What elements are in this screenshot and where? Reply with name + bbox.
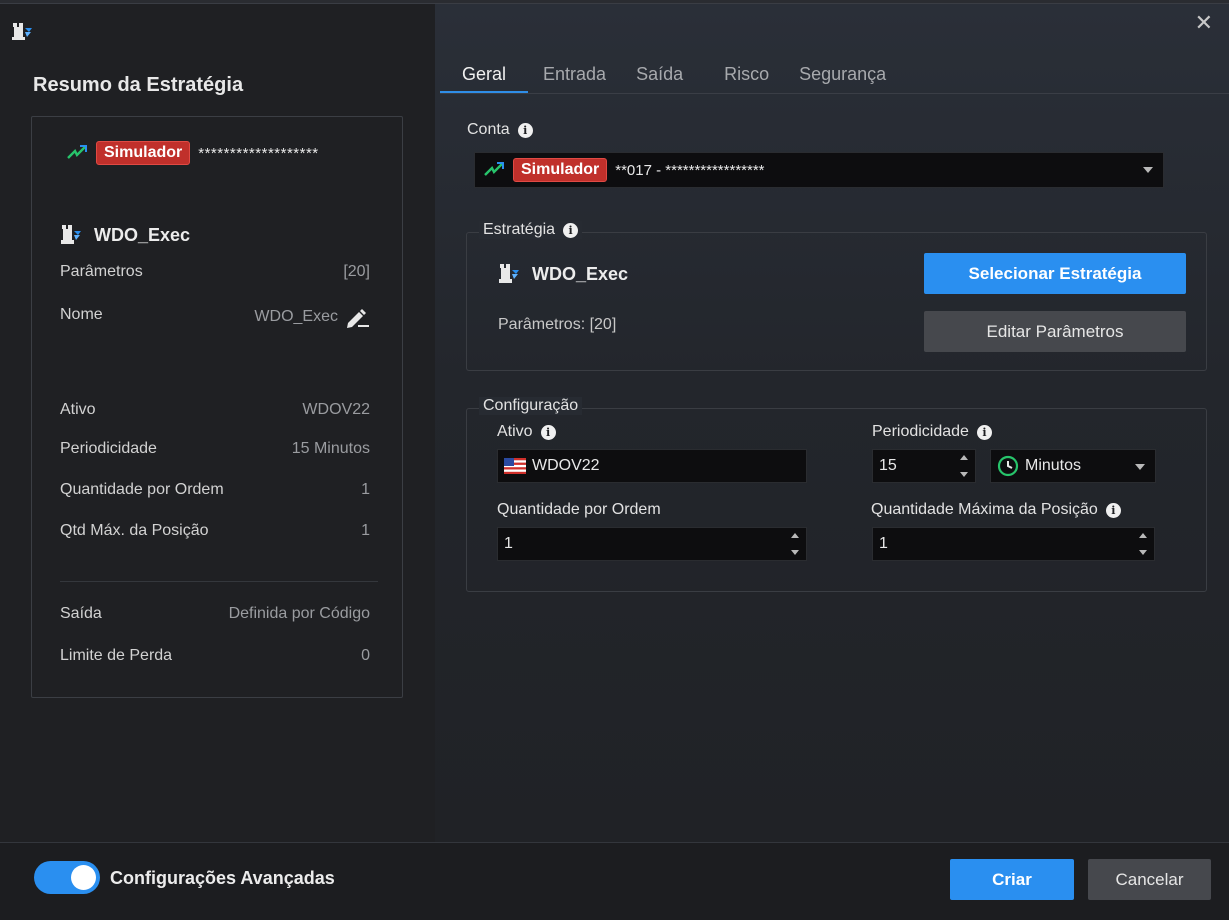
summary-row-qtd-max: Qtd Máx. da Posição 1 — [60, 522, 370, 540]
bolt-icon — [67, 145, 87, 159]
summary-row-periodicidade: Periodicidade 15 Minutos — [60, 440, 370, 458]
summary-strategy-name: WDO_Exec — [94, 224, 191, 245]
strategy-params: Parâmetros: [20] — [498, 316, 617, 333]
account-masked: ******************* — [198, 144, 319, 162]
qtd-ordem-value: 1 — [504, 535, 513, 552]
clock-icon — [997, 455, 1019, 477]
periodicidade-stepper[interactable]: 15 — [872, 449, 976, 483]
summary-value: Definida por Código — [228, 605, 370, 622]
edit-pencil-icon[interactable] — [344, 306, 370, 328]
chevron-down-icon — [1135, 464, 1145, 470]
ativo-label-row: Ativo i — [497, 423, 556, 441]
cancel-button[interactable]: Cancelar — [1088, 859, 1211, 900]
strategy-icon — [499, 264, 519, 283]
strategy-legend-label: Estratégia — [483, 221, 556, 238]
summary-row-limite-perda: Limite de Perda 0 — [60, 647, 370, 665]
tab-geral[interactable]: Geral — [440, 60, 529, 94]
ativo-label: Ativo — [497, 423, 533, 440]
summary-key: Ativo — [60, 401, 96, 418]
periodicidade-label: Periodicidade — [872, 423, 969, 440]
summary-row-params: Parâmetros [20] — [60, 263, 370, 281]
strategy-name-row: WDO_Exec — [498, 262, 628, 286]
info-icon[interactable]: i — [563, 222, 579, 238]
config-group: Configuração — [466, 397, 1207, 592]
chevron-down-icon — [1143, 167, 1153, 173]
create-button[interactable]: Criar — [950, 859, 1074, 900]
summary-row-ativo: Ativo WDOV22 — [60, 401, 370, 419]
toggle-knob — [71, 865, 96, 890]
tab-divider — [440, 93, 1229, 94]
spinner-icon[interactable] — [959, 455, 969, 477]
strategy-app-icon — [12, 23, 32, 40]
strategy-name: WDO_Exec — [532, 263, 629, 284]
summary-value: 15 Minutos — [291, 440, 370, 457]
summary-value: 1 — [361, 522, 370, 539]
simulator-badge: Simulador — [513, 158, 608, 182]
simulator-badge: Simulador — [96, 141, 191, 165]
conta-label-row: Conta i — [467, 121, 533, 139]
divider — [60, 581, 378, 582]
qtd-ordem-label: Quantidade por Ordem — [497, 501, 661, 518]
summary-box: Simulador ******************* WDO_Exec P… — [31, 116, 403, 698]
summary-value: WDO_Exec — [254, 308, 338, 325]
close-icon[interactable]: ✕ — [1195, 10, 1213, 36]
ativo-value: WDOV22 — [532, 457, 600, 474]
summary-value: WDOV22 — [302, 401, 370, 418]
info-icon[interactable]: i — [540, 424, 556, 440]
summary-key: Quantidade por Ordem — [60, 481, 224, 498]
periodicidade-unit: Minutos — [1025, 457, 1082, 474]
account-select[interactable]: Simulador **017 - ***************** — [474, 152, 1164, 188]
periodicidade-value: 15 — [879, 457, 897, 474]
summary-key: Qtd Máx. da Posição — [60, 522, 209, 539]
summary-value-wrap: WDO_Exec — [254, 306, 370, 328]
summary-key: Saída — [60, 605, 102, 622]
qtd-ordem-stepper[interactable]: 1 — [497, 527, 807, 561]
periodicidade-label-row: Periodicidade i — [872, 423, 992, 441]
summary-account-row: Simulador ******************* — [66, 141, 319, 165]
summary-key: Limite de Perda — [60, 647, 173, 664]
info-icon[interactable]: i — [976, 424, 992, 440]
spinner-icon[interactable] — [790, 533, 800, 555]
us-flag-icon — [504, 458, 526, 474]
config-legend: Configuração — [479, 397, 583, 415]
conta-label: Conta — [467, 121, 510, 138]
summary-key: Parâmetros — [60, 263, 143, 280]
ativo-input[interactable]: WDOV22 — [497, 449, 807, 483]
tab-risco[interactable]: Risco — [709, 60, 784, 94]
tab-entrada[interactable]: Entrada — [528, 60, 621, 94]
spinner-icon[interactable] — [1138, 533, 1148, 555]
qtd-max-label: Quantidade Máxima da Posição — [871, 501, 1098, 518]
summary-title: Resumo da Estratégia — [33, 74, 244, 96]
strategy-legend: Estratégia i — [479, 221, 583, 239]
bolt-icon — [484, 162, 504, 176]
summary-value: [20] — [343, 263, 370, 280]
qtd-max-value: 1 — [879, 535, 888, 552]
edit-parameters-button[interactable]: Editar Parâmetros — [924, 311, 1186, 352]
summary-strategy-row: WDO_Exec — [60, 223, 190, 247]
info-icon[interactable]: i — [517, 122, 533, 138]
account-text: **017 - ***************** — [615, 161, 765, 179]
qtd-max-stepper[interactable]: 1 — [872, 527, 1155, 561]
select-strategy-button[interactable]: Selecionar Estratégia — [924, 253, 1186, 294]
advanced-settings-label: Configurações Avançadas — [110, 868, 335, 888]
periodicidade-unit-select[interactable]: Minutos — [990, 449, 1156, 483]
tab-seguranca[interactable]: Segurança — [784, 60, 901, 94]
summary-key: Periodicidade — [60, 440, 157, 457]
summary-row-qtd-ordem: Quantidade por Ordem 1 — [60, 481, 370, 499]
tab-saida[interactable]: Saída — [621, 60, 709, 94]
qtd-max-label-row: Quantidade Máxima da Posição i — [871, 501, 1121, 519]
tab-bar: Geral Entrada Saída Risco Segurança — [440, 60, 901, 94]
info-icon[interactable]: i — [1105, 502, 1121, 518]
strategy-icon — [61, 225, 81, 244]
summary-value: 0 — [361, 647, 370, 664]
advanced-settings-toggle[interactable] — [34, 861, 100, 894]
summary-key: Nome — [60, 306, 103, 323]
summary-value: 1 — [361, 481, 370, 498]
summary-row-saida: Saída Definida por Código — [60, 605, 370, 623]
summary-row-name: Nome WDO_Exec — [60, 306, 370, 328]
config-legend-label: Configuração — [483, 397, 579, 414]
